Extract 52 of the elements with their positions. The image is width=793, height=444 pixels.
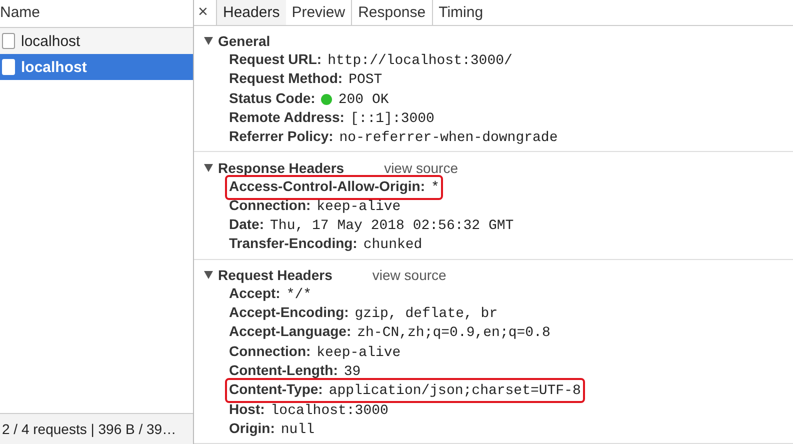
header-name: Connection: bbox=[229, 342, 311, 361]
header-name: Referrer Policy: bbox=[229, 127, 334, 146]
section-title[interactable]: Response Headers bbox=[218, 160, 344, 176]
view-source-link[interactable]: view source bbox=[372, 267, 446, 284]
header-name: Transfer-Encoding: bbox=[229, 234, 358, 254]
header-name: Status Code: bbox=[229, 88, 316, 108]
header-name: Accept-Encoding: bbox=[229, 303, 349, 322]
expanded-triangle-icon[interactable] bbox=[204, 164, 213, 172]
header-name: Access-Control-Allow-Origin: bbox=[229, 176, 426, 196]
header-name: Origin: bbox=[229, 418, 275, 438]
expanded-triangle-icon[interactable] bbox=[204, 271, 213, 280]
header-value: */* bbox=[286, 286, 312, 305]
header-value: Thu, 17 May 2018 02:56:32 GMT bbox=[270, 217, 514, 236]
header-name: Date: bbox=[229, 215, 264, 234]
document-icon bbox=[2, 59, 15, 75]
header-value: localhost:3000 bbox=[270, 402, 388, 421]
view-source-link[interactable]: view source bbox=[384, 160, 458, 176]
tab[interactable]: Headers bbox=[216, 0, 286, 25]
header-value: http://localhost:3000/ bbox=[328, 52, 512, 72]
close-button[interactable]: × bbox=[194, 0, 216, 25]
header-name: Host: bbox=[229, 400, 265, 419]
header-name: Request Method: bbox=[229, 69, 343, 88]
header-value: 200 OK bbox=[338, 90, 389, 110]
header-name: Connection: bbox=[229, 196, 311, 215]
request-item[interactable]: localhost bbox=[0, 28, 193, 54]
header-value: keep-alive bbox=[316, 344, 401, 363]
header-name: Accept: bbox=[229, 284, 280, 303]
header-value: gzip, deflate, br bbox=[354, 305, 498, 324]
request-item[interactable]: localhost bbox=[0, 54, 193, 80]
header-value: * bbox=[431, 178, 440, 198]
header-name: Content-Length: bbox=[229, 360, 338, 380]
header-value: keep-alive bbox=[316, 198, 401, 217]
header-value: [::1]:3000 bbox=[350, 110, 434, 129]
tab[interactable]: Preview bbox=[286, 0, 352, 25]
expanded-triangle-icon[interactable] bbox=[204, 37, 213, 46]
section-title[interactable]: General bbox=[218, 33, 270, 50]
header-name: Remote Address: bbox=[229, 108, 344, 127]
header-value: application/json;charset=UTF-8 bbox=[328, 382, 581, 402]
status-bar: 2 / 4 requests | 396 B / 39… bbox=[0, 413, 193, 444]
header-name: Content-Type: bbox=[229, 380, 323, 400]
header-value: null bbox=[280, 420, 314, 440]
header-value: chunked bbox=[363, 236, 422, 256]
header-name: Request URL: bbox=[229, 50, 322, 70]
header-value: 39 bbox=[344, 362, 361, 382]
header-value: no-referrer-when-downgrade bbox=[339, 129, 558, 148]
header-name: Accept-Language: bbox=[229, 322, 352, 342]
header-value: POST bbox=[348, 71, 382, 90]
tab[interactable]: Timing bbox=[432, 0, 490, 25]
document-icon bbox=[2, 33, 15, 49]
tab[interactable]: Response bbox=[351, 0, 432, 25]
header-value: zh-CN,zh;q=0.9,en;q=0.8 bbox=[357, 324, 550, 344]
section-title[interactable]: Request Headers bbox=[218, 267, 332, 284]
